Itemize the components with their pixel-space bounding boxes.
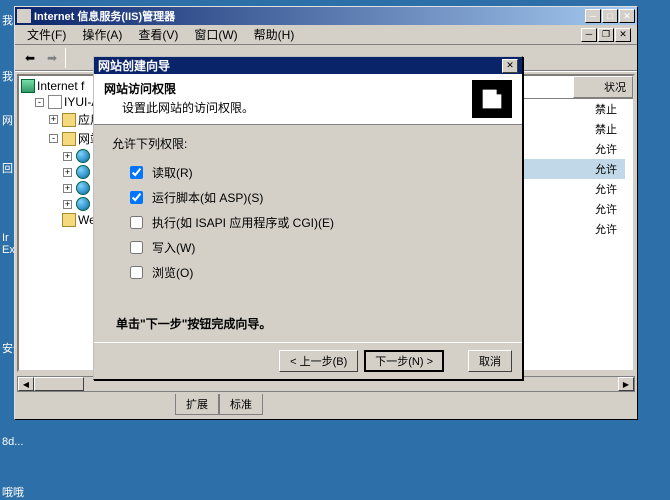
- browse-checkbox[interactable]: [130, 266, 143, 279]
- menu-help[interactable]: 帮助(H): [248, 25, 301, 44]
- expand-icon[interactable]: +: [49, 115, 58, 124]
- desktop-icon[interactable]: 网: [2, 112, 13, 128]
- mdi-minimize[interactable]: ─: [581, 28, 597, 42]
- collapse-icon[interactable]: -: [49, 134, 58, 143]
- allow-permissions-label: 允许下列权限:: [112, 135, 504, 152]
- write-checkbox[interactable]: [130, 241, 143, 254]
- scroll-thumb[interactable]: [34, 377, 84, 391]
- globe-icon: [76, 149, 90, 163]
- window-title: Internet 信息服务(IIS)管理器: [34, 8, 585, 24]
- desktop-icon[interactable]: 回: [2, 160, 13, 176]
- write-label: 写入(W): [152, 239, 195, 256]
- list-column-status[interactable]: 状况: [573, 76, 633, 98]
- titlebar[interactable]: Internet 信息服务(IIS)管理器 ─ □ ✕: [15, 7, 637, 25]
- wizard-header: 网站访问权限 设置此网站的访问权限。: [94, 74, 522, 125]
- scroll-left-icon[interactable]: ◀: [18, 377, 34, 391]
- wizard-close-button[interactable]: ✕: [502, 59, 518, 73]
- script-label: 运行脚本(如 ASP)(S): [152, 189, 263, 206]
- mdi-close[interactable]: ✕: [615, 28, 631, 42]
- wizard-message: 单击"下一步"按钮完成向导。: [112, 315, 504, 332]
- globe-icon: [76, 197, 90, 211]
- maximize-button[interactable]: □: [602, 9, 618, 23]
- execute-label: 执行(如 ISAPI 应用程序或 CGI)(E): [152, 214, 334, 231]
- browse-label: 浏览(O): [152, 264, 193, 281]
- wizard-header-title: 网站访问权限: [104, 80, 472, 97]
- server-icon: [48, 95, 62, 109]
- back-button[interactable]: < 上一步(B): [279, 350, 358, 372]
- wizard-titlebar[interactable]: 网站创建向导 ✕: [94, 57, 522, 74]
- script-checkbox[interactable]: [130, 191, 143, 204]
- website-creation-wizard: 网站创建向导 ✕ 网站访问权限 设置此网站的访问权限。 允许下列权限: 读取(R…: [93, 56, 523, 380]
- desktop-text: 8d...: [2, 436, 23, 448]
- menu-file[interactable]: 文件(F): [21, 25, 72, 44]
- wizard-body: 允许下列权限: 读取(R) 运行脚本(如 ASP)(S) 执行(如 ISAPI …: [94, 125, 522, 342]
- mdi-restore[interactable]: ❐: [598, 28, 614, 42]
- next-button[interactable]: 下一步(N) >: [364, 350, 444, 372]
- read-checkbox[interactable]: [130, 166, 143, 179]
- menubar: 文件(F) 操作(A) 查看(V) 窗口(W) 帮助(H) ─ ❐ ✕: [15, 25, 637, 45]
- minimize-button[interactable]: ─: [585, 9, 601, 23]
- menu-view[interactable]: 查看(V): [132, 25, 184, 44]
- desktop-icon[interactable]: 我: [2, 68, 13, 84]
- expand-icon[interactable]: +: [63, 152, 72, 161]
- collapse-icon[interactable]: -: [35, 98, 44, 107]
- expand-icon[interactable]: +: [63, 184, 72, 193]
- read-label: 读取(R): [152, 164, 193, 181]
- folder-icon: [62, 132, 76, 146]
- execute-checkbox[interactable]: [130, 216, 143, 229]
- scroll-right-icon[interactable]: ▶: [618, 377, 634, 391]
- folder-icon: [62, 213, 76, 227]
- close-button[interactable]: ✕: [619, 9, 635, 23]
- menu-window[interactable]: 窗口(W): [188, 25, 243, 44]
- cancel-button[interactable]: 取消: [468, 350, 512, 372]
- globe-icon: [76, 181, 90, 195]
- back-button[interactable]: ⬅: [19, 48, 41, 68]
- globe-icon: [76, 165, 90, 179]
- forward-button: ➡: [41, 48, 63, 68]
- expand-icon[interactable]: +: [63, 168, 72, 177]
- desktop-icon[interactable]: Ir Ex: [2, 232, 15, 256]
- wizard-footer: < 上一步(B) 下一步(N) > 取消: [94, 342, 522, 379]
- app-icon: [17, 9, 31, 23]
- wizard-title: 网站创建向导: [98, 57, 502, 74]
- menu-action[interactable]: 操作(A): [76, 25, 128, 44]
- folder-icon: [62, 113, 76, 127]
- desktop-text: 哦哦: [2, 484, 24, 500]
- expand-icon[interactable]: +: [63, 200, 72, 209]
- wizard-icon: [472, 80, 512, 118]
- wizard-header-subtitle: 设置此网站的访问权限。: [104, 99, 472, 116]
- desktop-icon[interactable]: 我: [2, 12, 13, 28]
- computer-icon: [21, 79, 35, 93]
- tab-extended[interactable]: 扩展: [175, 394, 219, 415]
- tab-standard[interactable]: 标准: [219, 394, 263, 415]
